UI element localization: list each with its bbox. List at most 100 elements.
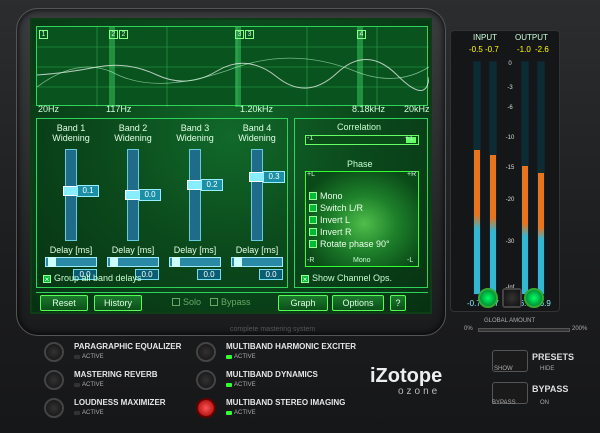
module-paragraphic-eq[interactable]: PARAGRAPHIC EQUALIZER ACTIVE [44,340,194,366]
presets-label: PRESETS [532,352,575,362]
delay-slider[interactable] [45,257,97,267]
bypass-on-option[interactable]: ON [540,400,549,406]
widening-slider[interactable] [187,149,205,241]
options-button[interactable]: Options [332,295,384,311]
history-button[interactable]: History [94,295,142,311]
correlation-meter [305,135,419,145]
group-delays-option[interactable]: Group all band delays [43,273,142,283]
crossover-tag: 3 [235,30,244,39]
module-active: ACTIVE [234,410,256,416]
scope-label: -R [307,257,315,264]
module-name: PARAGRAPHIC EQUALIZER [74,342,182,351]
meter-scale: -3 [507,85,513,91]
main-screen: 1 2 2 3 3 4 20Hz 117Hz 1.20kHz 8.18kHz 2… [30,18,432,314]
band-title: Band 1 [56,123,86,133]
presets-show[interactable]: SHOW [494,366,513,372]
crossover-tag: 4 [357,30,366,39]
freq-label: 20kHz [404,104,430,114]
active-led[interactable] [74,411,80,415]
band-subtitle: Widening [176,133,214,143]
crossover-tag: 3 [245,30,254,39]
output-gain-link[interactable] [524,288,544,308]
module-name: MULTIBAND DYNAMICS [226,370,318,379]
global-amount-label: GLOBAL AMOUNT [484,318,536,324]
widening-slider[interactable] [63,149,81,241]
band-1: Band 1 Widening 0.1 Delay [ms] 0.0 [41,119,101,289]
meter-scale: -10 [505,135,515,141]
output-label: OUTPUT [515,33,548,42]
active-led[interactable] [74,383,80,387]
power-button[interactable] [44,398,64,418]
module-loudness-maximizer[interactable]: LOUDNESS MAXIMIZER ACTIVE [44,396,194,422]
group-delays-checkbox[interactable] [43,275,51,283]
power-button[interactable] [44,342,64,362]
phase-option-switch[interactable]: Switch L/R [309,203,363,213]
widening-value: 0.2 [201,179,223,191]
module-harmonic-exciter[interactable]: MULTIBAND HARMONIC EXCITER ACTIVE [196,340,366,366]
output-peak: -1.0 [517,45,531,54]
scope-label: Mono [353,257,371,264]
power-button[interactable] [196,342,216,362]
delay-label: Delay [ms] [49,245,93,255]
module-mastering-reverb[interactable]: MASTERING REVERB ACTIVE [44,368,194,394]
active-led[interactable] [74,355,80,359]
input-gain-link[interactable] [478,288,498,308]
freq-label: 20Hz [38,104,60,114]
help-button[interactable]: ? [390,295,406,311]
output-peak: -2.6 [535,45,549,54]
phase-title: Phase [347,159,373,169]
power-button[interactable] [196,398,216,418]
correlation-min: -1 [307,135,314,142]
phase-option-mono[interactable]: Mono [309,191,343,201]
meter-scale: -30 [505,239,515,245]
solo-toggle[interactable]: Solo [172,297,201,307]
show-channel-ops[interactable]: Show Channel Ops. [301,273,392,283]
reset-button[interactable]: Reset [40,295,88,311]
module-stereo-imaging[interactable]: MULTIBAND STEREO IMAGING ACTIVE [196,396,366,422]
power-button[interactable] [44,370,64,390]
global-amount-max: 200% [572,326,588,332]
active-led[interactable] [226,411,232,415]
presets-hide[interactable]: HIDE [540,366,554,372]
phase-option-invert-l[interactable]: Invert L [309,215,350,225]
group-delays-label: Group all band delays [54,273,142,283]
output-meter-left [521,61,529,295]
phase-option-rotate[interactable]: Rotate phase 90° [309,239,390,249]
widening-slider[interactable] [125,149,143,241]
module-name: MASTERING REVERB [74,370,158,379]
crossover-spectrum[interactable]: 1 2 2 3 3 4 [36,26,429,107]
input-meter-right [489,61,497,295]
crossover-tag: 2 [109,30,118,39]
band-title: Band 2 [118,123,148,133]
module-multiband-dynamics[interactable]: MULTIBAND DYNAMICS ACTIVE [196,368,366,394]
input-peak: -0.7 [485,45,499,54]
crossover-tag: 1 [39,30,48,39]
global-amount-slider[interactable] [478,328,570,332]
active-led[interactable] [226,355,232,359]
bypass-toggle[interactable]: Bypass [210,297,251,307]
module-active: ACTIVE [234,354,256,360]
delay-label: Delay [ms] [235,245,279,255]
delay-slider[interactable] [231,257,283,267]
band-title: Band 4 [242,123,272,133]
widening-slider[interactable] [249,149,267,241]
meter-link-button[interactable] [502,288,522,308]
freq-label: 117Hz [106,104,132,114]
graph-button[interactable]: Graph [278,295,328,311]
delay-label: Delay [ms] [111,245,155,255]
band-subtitle: Widening [114,133,152,143]
input-label: INPUT [473,33,497,42]
power-button[interactable] [196,370,216,390]
active-led[interactable] [226,383,232,387]
delay-slider[interactable] [107,257,159,267]
scope-label: -L [407,257,414,264]
band-subtitle: Widening [52,133,90,143]
phase-option-invert-r[interactable]: Invert R [309,227,352,237]
phase-panel: Correlation -1 +1 Phase +L +R -R -L Mono… [294,118,428,288]
delay-slider[interactable] [169,257,221,267]
meter-scale: -20 [505,197,515,203]
correlation-max: +1 [405,135,413,142]
delay-value: 0.0 [197,269,221,280]
bypass-option[interactable]: BYPASS [492,400,516,406]
meter-scale: -15 [505,165,515,171]
